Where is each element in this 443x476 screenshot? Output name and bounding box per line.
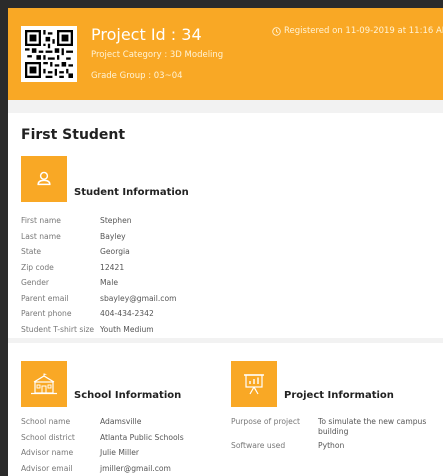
project-info-list: Purpose of project To simulate the new ca… (231, 417, 436, 455)
field-value: Bayley (100, 231, 126, 241)
student-info-row: State Georgia (21, 247, 281, 263)
student-info-row: First name Stephen (21, 216, 281, 232)
field-value: jmiller@gmail.com (100, 463, 171, 473)
field-label: Zip code (21, 262, 54, 272)
project-header: Project Id : 34 Project Category : 3D Mo… (8, 8, 443, 100)
field-label: State (21, 247, 42, 256)
section-title: First Student (21, 127, 126, 143)
field-label: Software used (231, 441, 286, 450)
field-value: Stephen (100, 216, 132, 225)
qr-code-icon (21, 26, 77, 82)
project-info-row: Software used Python (231, 441, 436, 455)
project-detail-page: Project Id : 34 Project Category : 3D Mo… (8, 8, 443, 476)
field-value: Adamsville (100, 417, 142, 426)
project-category: Project Category : 3D Modeling (91, 50, 224, 60)
school-info-title: School Information (74, 390, 182, 401)
field-value: Julie Miller (100, 448, 140, 457)
school-info-row: School name Adamsville (21, 417, 221, 433)
field-label: Gender (21, 278, 49, 287)
field-label: Advisor name (21, 448, 74, 457)
school-building-icon (21, 361, 67, 407)
project-info-title: Project Information (284, 390, 394, 401)
field-label: Parent email (21, 293, 69, 303)
person-icon (21, 156, 67, 202)
student-info-row: Last name Bayley (21, 232, 281, 248)
field-label: Student T-shirt size (21, 324, 95, 334)
school-project-card: School Information School name Adamsville… (8, 343, 443, 476)
school-info-row: Advisor name Julie Miller (21, 448, 221, 464)
field-value: sbayley@gmail.com (100, 293, 177, 303)
clock-icon (272, 26, 281, 36)
field-label: School district (21, 432, 75, 442)
student-info-row: Parent phone 404-434-2342 (21, 309, 281, 325)
field-value: 12421 (100, 262, 125, 272)
school-info-row: Advisor email jmiller@gmail.com (21, 464, 221, 476)
student-info-title: Student Information (74, 187, 189, 198)
project-id: Project Id : 34 (91, 25, 202, 44)
field-label: Advisor email (21, 463, 73, 473)
field-label: Purpose of project (231, 417, 300, 426)
field-label: Last name (21, 231, 61, 241)
grade-group: Grade Group : 03~04 (91, 71, 183, 81)
field-value: 404-434-2342 (100, 309, 154, 318)
field-value: Python (318, 441, 345, 450)
field-label: First name (21, 216, 61, 225)
student-info-row: Parent email sbayley@gmail.com (21, 294, 281, 310)
presentation-chart-icon (231, 361, 277, 407)
student-info-row: Student T-shirt size Youth Medium (21, 325, 281, 341)
field-label: Parent phone (21, 309, 72, 318)
field-label: School name (21, 417, 71, 426)
field-value: To simulate the new campus building (318, 417, 427, 436)
registered-text: Registered on 11-09-2019 at 11:16 AM (284, 26, 443, 36)
student-info-row: Gender Male (21, 278, 281, 294)
field-value: Atlanta Public Schools (100, 432, 184, 442)
registration-timestamp: Registered on 11-09-2019 at 11:16 AM (272, 26, 443, 36)
field-value: Youth Medium (100, 324, 154, 334)
student-card: First Student Student Information First … (8, 113, 443, 338)
field-value: Georgia (100, 247, 130, 256)
student-info-list: First name Stephen Last name Bayley State Geo… (21, 216, 281, 340)
project-info-row: Purpose of project To simulate the new ca… (231, 417, 436, 441)
field-value: Male (100, 278, 118, 287)
school-info-row: School district Atlanta Public Schools (21, 433, 221, 449)
student-info-row: Zip code 12421 (21, 263, 281, 279)
school-info-list: School name Adamsville School district Atla… (21, 417, 221, 476)
